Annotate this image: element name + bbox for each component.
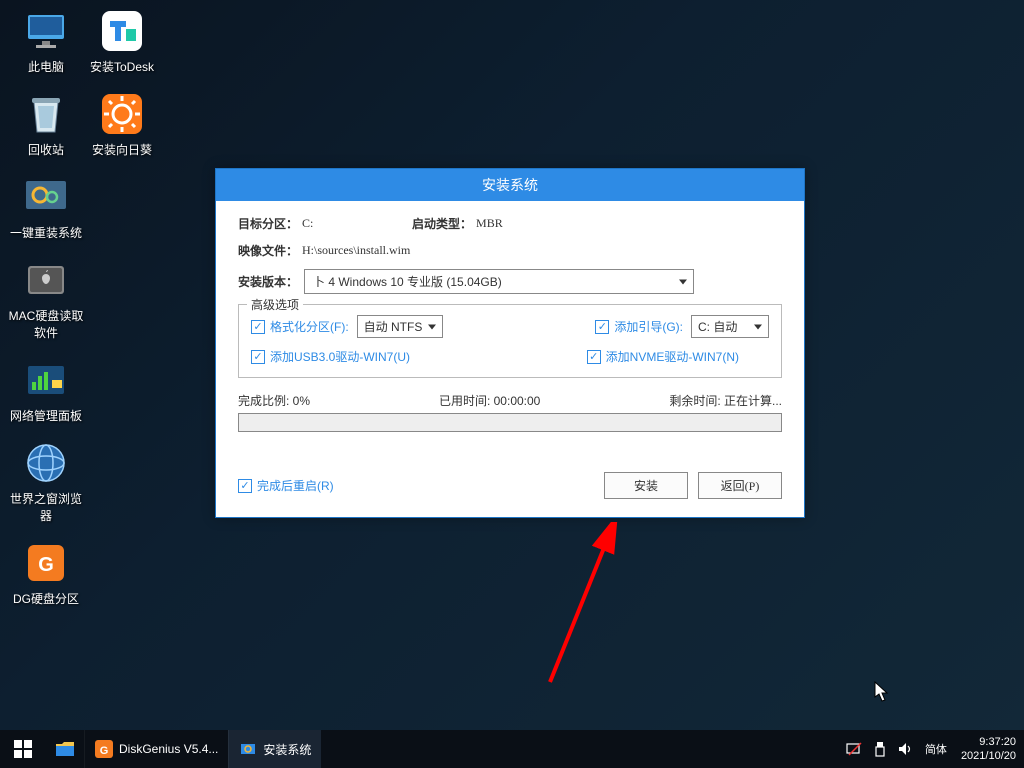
- progress-elapsed-label: 已用时间: 00:00:00: [439, 392, 540, 409]
- dialog-title: 安装系统: [216, 169, 804, 201]
- clock-date: 2021/10/20: [961, 749, 1016, 763]
- desktop-column-1: 此电脑 回收站 一键重装系统 MAC硬盘读取软件 网络管理面板 世界之窗浏览器 …: [8, 8, 84, 623]
- icon-label: 一键重装系统: [10, 224, 82, 241]
- taskbar: G DiskGenius V5.4... 安装系统 简体 9:37:20 202…: [0, 730, 1024, 768]
- image-file-label: 映像文件：: [238, 242, 298, 259]
- tray-usb-icon[interactable]: [867, 730, 893, 768]
- tray-network-icon[interactable]: [841, 730, 867, 768]
- advanced-options-fieldset: 高级选项 ✓ 格式化分区(F): 自动 NTFS ✓ 添加引导(G): C: 自…: [238, 304, 782, 378]
- diskgenius-icon: G: [95, 740, 113, 758]
- icon-label: 网络管理面板: [10, 407, 82, 424]
- svg-text:G: G: [38, 554, 54, 576]
- check-icon: ✓: [587, 350, 601, 364]
- taskbar-item-label: 安装系统: [263, 741, 311, 758]
- target-partition-label: 目标分区：: [238, 215, 298, 232]
- reboot-after-checkbox[interactable]: ✓ 完成后重启(R): [238, 477, 334, 494]
- boot-type-value: MBR: [476, 216, 503, 231]
- format-partition-checkbox[interactable]: ✓ 格式化分区(F):: [251, 318, 349, 335]
- windows-icon: [14, 740, 32, 758]
- desktop-column-2: 安装ToDesk 安装向日葵: [84, 8, 160, 174]
- icon-label: 回收站: [28, 141, 64, 158]
- diskgenius-icon: G: [23, 540, 69, 586]
- clock-time: 9:37:20: [961, 735, 1016, 749]
- folder-icon: [55, 740, 75, 758]
- monitor-icon: [23, 8, 69, 54]
- cursor-icon: [874, 681, 890, 703]
- image-file-value: H:\sources\install.wim: [302, 243, 410, 258]
- network-panel-icon: [23, 357, 69, 403]
- nvme-driver-checkbox[interactable]: ✓ 添加NVME驱动-WIN7(N): [587, 348, 739, 365]
- icon-label: 安装ToDesk: [90, 58, 154, 75]
- boot-type-label: 启动类型：: [412, 215, 472, 232]
- globe-icon: [23, 440, 69, 486]
- usb3-driver-checkbox[interactable]: ✓ 添加USB3.0驱动-WIN7(U): [251, 348, 410, 365]
- installer-icon: [239, 740, 257, 758]
- progress-bar: [238, 413, 782, 432]
- taskbar-item-install-system[interactable]: 安装系统: [228, 730, 321, 768]
- sunlogin-icon: [99, 91, 145, 137]
- desktop-icon-recycle-bin[interactable]: 回收站: [8, 91, 84, 158]
- icon-label: 此电脑: [28, 58, 64, 75]
- progress-complete-label: 完成比例: 0%: [238, 392, 310, 409]
- icon-label: 世界之窗浏览器: [8, 490, 84, 524]
- progress-section: 完成比例: 0% 已用时间: 00:00:00 剩余时间: 正在计算...: [238, 392, 782, 432]
- desktop-icon-browser[interactable]: 世界之窗浏览器: [8, 440, 84, 524]
- taskbar-item-diskgenius[interactable]: G DiskGenius V5.4...: [84, 730, 228, 768]
- recycle-bin-icon: [23, 91, 69, 137]
- gears-icon: [23, 174, 69, 220]
- install-button[interactable]: 安装: [604, 472, 688, 499]
- svg-text:G: G: [100, 745, 109, 757]
- check-icon: ✓: [238, 479, 252, 493]
- install-version-select[interactable]: 卜 4 Windows 10 专业版 (15.04GB): [304, 269, 694, 294]
- check-icon: ✓: [251, 350, 265, 364]
- check-icon: ✓: [251, 320, 265, 334]
- taskbar-explorer[interactable]: [46, 730, 84, 768]
- apple-disk-icon: [23, 257, 69, 303]
- boot-drive-select[interactable]: C: 自动: [691, 315, 769, 338]
- add-boot-checkbox[interactable]: ✓ 添加引导(G):: [595, 318, 683, 335]
- tray-volume-icon[interactable]: [893, 730, 919, 768]
- install-system-dialog: 安装系统 目标分区： C: 启动类型： MBR 映像文件： H:\sources…: [215, 168, 805, 518]
- todesk-icon: [99, 8, 145, 54]
- format-type-select[interactable]: 自动 NTFS: [357, 315, 444, 338]
- tray-clock[interactable]: 9:37:20 2021/10/20: [953, 735, 1024, 763]
- tray-ime[interactable]: 简体: [919, 741, 953, 757]
- icon-label: DG硬盘分区: [13, 590, 79, 607]
- desktop-icon-this-pc[interactable]: 此电脑: [8, 8, 84, 75]
- desktop-icon-mac-disk[interactable]: MAC硬盘读取软件: [8, 257, 84, 341]
- icon-label: 安装向日葵: [92, 141, 152, 158]
- desktop-icon-todesk[interactable]: 安装ToDesk: [84, 8, 160, 75]
- desktop-icon-network-panel[interactable]: 网络管理面板: [8, 357, 84, 424]
- annotation-arrow-icon: [540, 522, 640, 692]
- desktop-icon-reinstall[interactable]: 一键重装系统: [8, 174, 84, 241]
- check-icon: ✓: [595, 320, 609, 334]
- progress-remaining-label: 剩余时间: 正在计算...: [669, 392, 782, 409]
- start-button[interactable]: [0, 730, 46, 768]
- system-tray: 简体 9:37:20 2021/10/20: [841, 730, 1024, 768]
- target-partition-value: C:: [302, 216, 412, 231]
- desktop-icon-diskgenius[interactable]: G DG硬盘分区: [8, 540, 84, 607]
- back-button[interactable]: 返回(P): [698, 472, 782, 499]
- install-version-label: 安装版本：: [238, 273, 298, 290]
- desktop-icon-sunlogin[interactable]: 安装向日葵: [84, 91, 160, 158]
- taskbar-item-label: DiskGenius V5.4...: [119, 742, 218, 756]
- advanced-legend: 高级选项: [247, 296, 303, 313]
- icon-label: MAC硬盘读取软件: [8, 307, 84, 341]
